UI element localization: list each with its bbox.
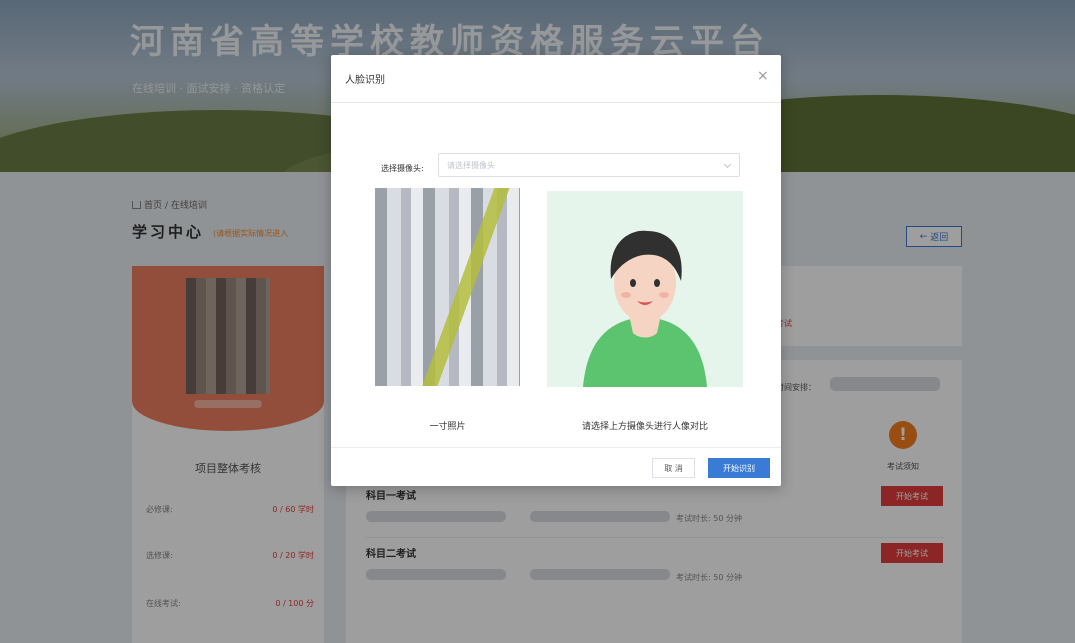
start-recognition-button[interactable]: 开始识别: [708, 458, 770, 478]
camera-select[interactable]: 请选择摄像头: [438, 153, 740, 177]
camera-caption: 请选择上方摄像头进行人像对比: [581, 422, 708, 432]
chevron-down-icon: [723, 160, 732, 169]
person-placeholder-icon: [583, 230, 707, 387]
camera-select-label: 选择摄像头:: [381, 164, 424, 173]
id-photo-caption: 一寸照片: [429, 422, 466, 432]
id-photo: [375, 188, 520, 386]
cancel-button[interactable]: 取 消: [652, 458, 695, 478]
face-recognition-dialog: 人脸识别 × 选择摄像头: 请选择摄像头 一寸照片 请选择上方摄像头进行人像对比…: [331, 55, 781, 486]
camera-preview: [547, 191, 743, 387]
camera-select-placeholder: 请选择摄像头: [447, 160, 495, 170]
close-icon[interactable]: ×: [757, 69, 769, 83]
dialog-title: 人脸识别: [345, 75, 385, 86]
dialog-header: 人脸识别 ×: [331, 55, 781, 103]
dialog-footer-divider: [331, 447, 781, 448]
